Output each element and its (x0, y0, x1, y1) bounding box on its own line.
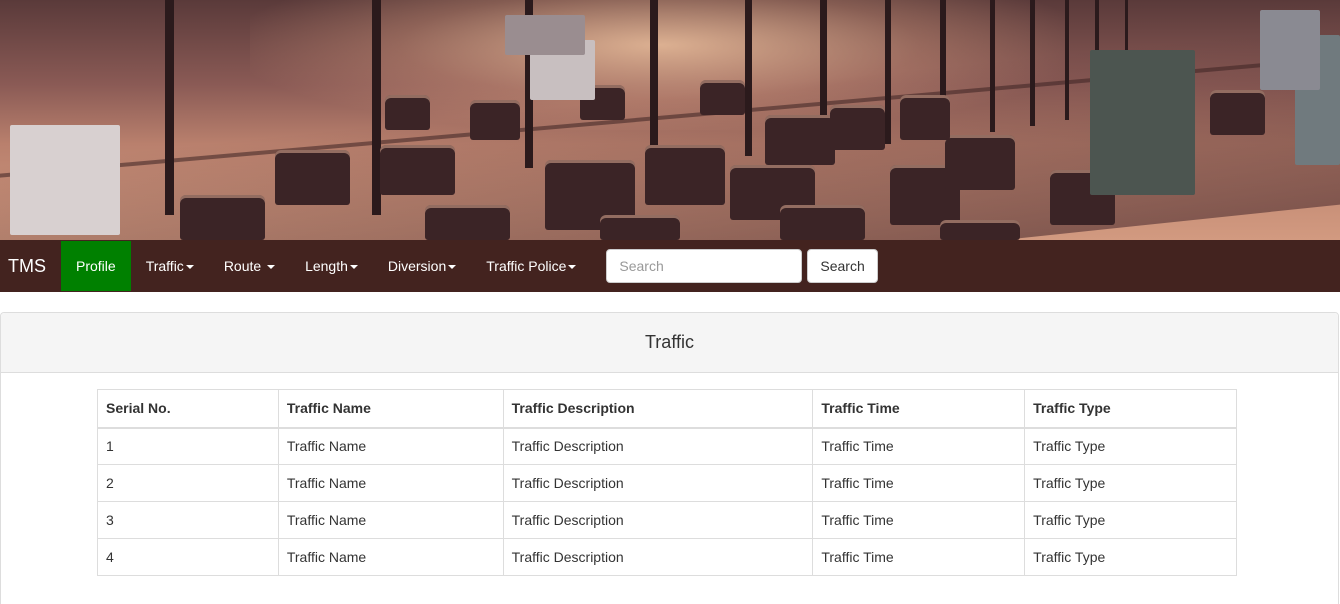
column-header: Traffic Time (812, 389, 1026, 429)
car-shape (470, 100, 520, 140)
table-cell: Traffic Description (502, 427, 814, 465)
car-shape (645, 145, 725, 205)
nav-item-profile[interactable]: Profile (61, 241, 131, 291)
street-light-pole (165, 0, 174, 215)
table-cell: Traffic Description (502, 538, 814, 576)
car-shape (180, 195, 265, 240)
car-shape (425, 205, 510, 240)
table-cell: Traffic Type (1024, 501, 1237, 539)
table-cell: Traffic Type (1024, 464, 1237, 502)
nav-item-route[interactable]: Route (209, 240, 290, 292)
truck-shape (1260, 10, 1320, 90)
car-shape (900, 95, 950, 140)
table-cell: 1 (97, 427, 279, 465)
table-cell: Traffic Type (1024, 538, 1237, 576)
nav-item-label: Profile (76, 258, 116, 274)
column-header: Serial No. (97, 389, 279, 429)
car-shape (275, 150, 350, 205)
car-shape (830, 105, 885, 150)
truck-shape (505, 15, 585, 55)
car-shape (700, 80, 745, 115)
street-light-pole (745, 0, 752, 156)
table-cell: Traffic Time (812, 501, 1026, 539)
caret-down-icon (448, 265, 457, 270)
table-row: 2 Traffic Name Traffic Description Traffic … (97, 464, 1237, 502)
brand-logo[interactable]: TMS (0, 240, 61, 292)
car-shape (945, 135, 1015, 190)
table-cell: 4 (97, 538, 279, 576)
truck-shape (10, 125, 120, 235)
table-row: 3 Traffic Name Traffic Description Traffic … (97, 501, 1237, 539)
banner-image (0, 0, 1340, 240)
car-shape (940, 220, 1020, 240)
table-cell: Traffic Name (277, 538, 504, 576)
table-row: 1 Traffic Name Traffic Description Traffic … (97, 427, 1237, 465)
traffic-table: Serial No. Traffic Name Traffic Descript… (97, 389, 1237, 576)
street-light-pole (650, 0, 658, 162)
nav-item-length[interactable]: Length (290, 240, 373, 292)
table-cell: Traffic Name (277, 427, 504, 465)
street-light-pole (1030, 0, 1035, 126)
car-shape (380, 145, 455, 195)
car-shape (780, 205, 865, 240)
top-navbar: TMS Profile Traffic Route Length Diversi… (0, 240, 1340, 292)
street-light-pole (990, 0, 995, 132)
car-shape (1210, 90, 1265, 135)
table-cell: Traffic Time (812, 538, 1026, 576)
traffic-panel: Traffic Serial No. Traffic Name Traffic … (0, 312, 1339, 604)
caret-down-icon (267, 265, 276, 270)
column-header: Traffic Type (1024, 389, 1237, 429)
car-shape (765, 115, 835, 165)
table-cell: Traffic Type (1024, 427, 1237, 465)
truck-shape (1090, 50, 1195, 195)
car-shape (385, 95, 430, 130)
column-header: Traffic Name (277, 389, 504, 429)
caret-down-icon (185, 265, 194, 270)
nav-item-label: Diversion (387, 258, 447, 274)
table-cell: Traffic Time (812, 427, 1026, 465)
nav-item-label: Traffic (145, 258, 184, 274)
nav-item-traffic-police[interactable]: Traffic Police (471, 240, 591, 292)
search-button[interactable]: Search (807, 249, 878, 283)
car-shape (600, 215, 680, 240)
table-header-row: Serial No. Traffic Name Traffic Descript… (97, 389, 1237, 429)
table-cell: 3 (97, 501, 279, 539)
street-light-pole (1065, 0, 1069, 120)
table-row: 4 Traffic Name Traffic Description Traffic … (97, 538, 1237, 576)
caret-down-icon (568, 265, 577, 270)
nav-item-diversion[interactable]: Diversion (373, 240, 471, 292)
street-light-pole (885, 0, 891, 144)
caret-down-icon (349, 265, 358, 270)
panel-title: Traffic (1, 313, 1338, 373)
table-cell: 2 (97, 464, 279, 502)
table-cell: Traffic Name (277, 501, 504, 539)
nav-item-label: Route (223, 258, 266, 274)
nav-item-label: Length (305, 258, 348, 274)
table-cell: Traffic Time (812, 464, 1026, 502)
table-cell: Traffic Description (502, 501, 814, 539)
search-input[interactable] (606, 249, 803, 283)
table-cell: Traffic Name (277, 464, 504, 502)
nav-item-label: Traffic Police (486, 258, 567, 274)
column-header: Traffic Description (502, 389, 814, 429)
nav-item-traffic[interactable]: Traffic (131, 240, 209, 292)
table-cell: Traffic Description (502, 464, 814, 502)
